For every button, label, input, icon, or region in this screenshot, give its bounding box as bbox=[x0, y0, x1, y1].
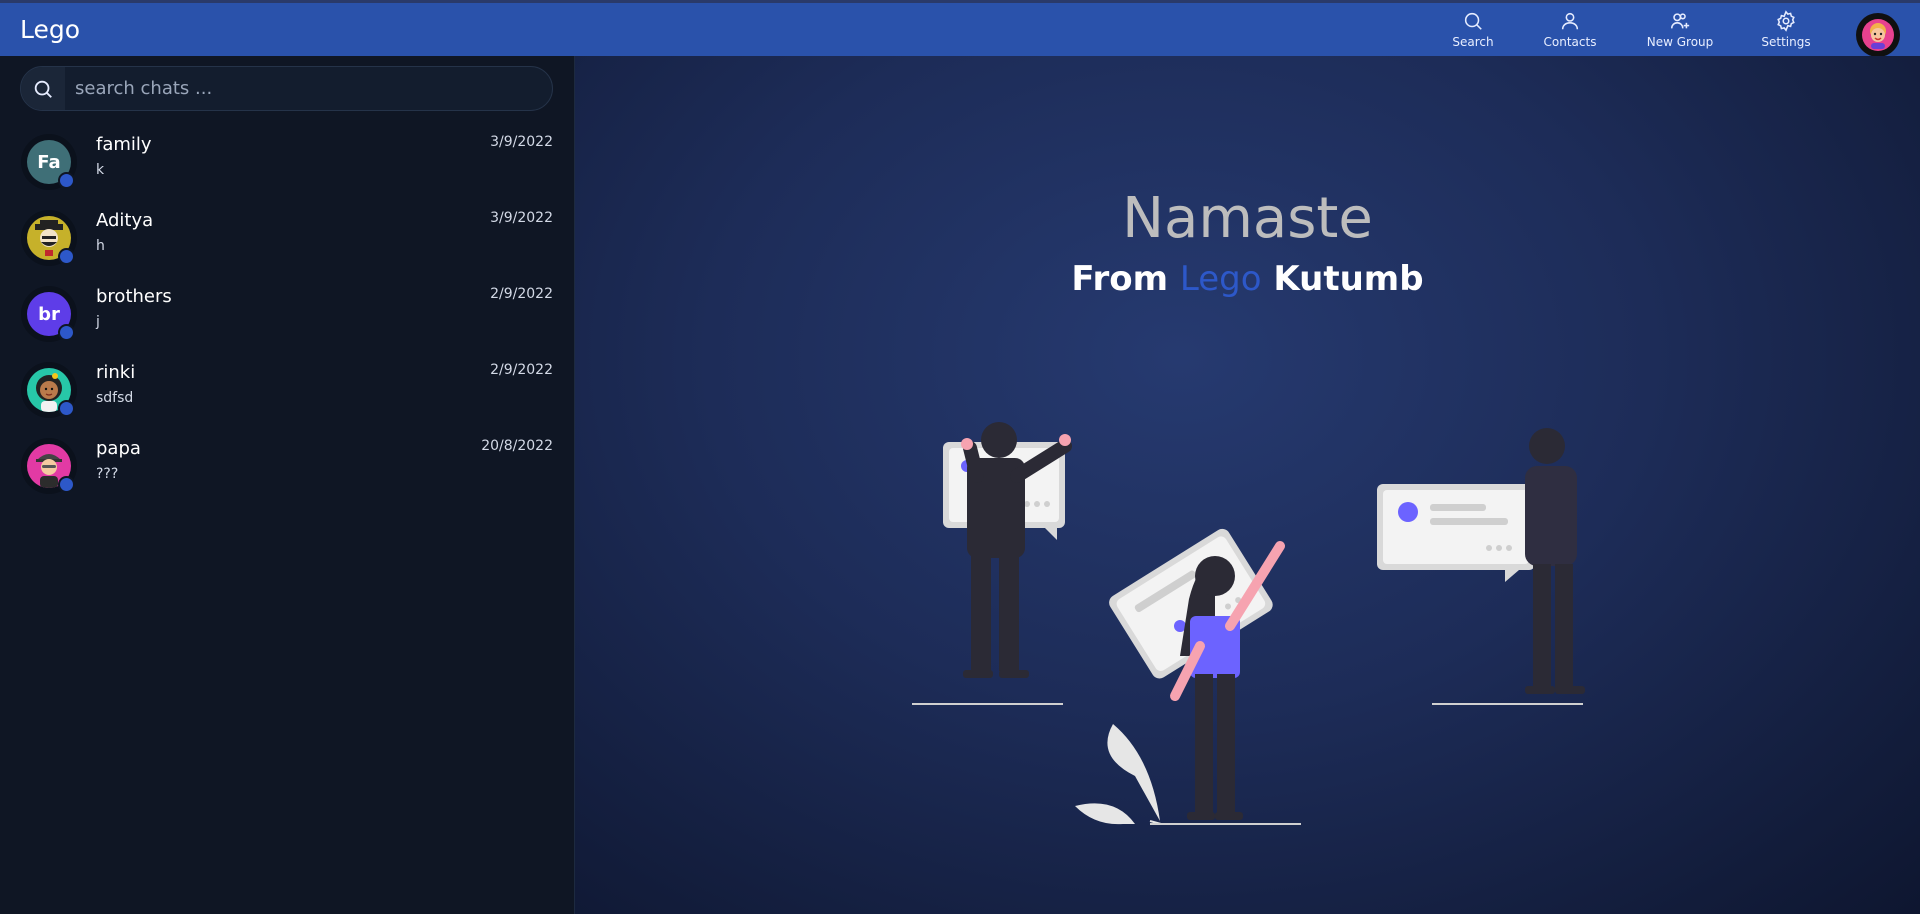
chat-name: family bbox=[96, 134, 152, 155]
right-person-illustration bbox=[1377, 428, 1585, 705]
nav-search-label: Search bbox=[1452, 35, 1494, 49]
chat-item-family[interactable]: Fa family k 3/9/2022 bbox=[0, 128, 574, 204]
online-status-dot bbox=[58, 172, 75, 189]
gear-icon bbox=[1777, 10, 1795, 32]
app-brand: Lego bbox=[20, 15, 81, 44]
search-button[interactable] bbox=[21, 67, 65, 110]
profile-avatar[interactable] bbox=[1856, 13, 1900, 57]
chat-last-message: h bbox=[96, 238, 105, 254]
chat-last-message: sdfsd bbox=[96, 390, 134, 406]
chat-sidebar: Fa family k 3/9/2022 bbox=[0, 56, 575, 914]
chat-last-message: ??? bbox=[96, 466, 119, 482]
chat-date: 3/9/2022 bbox=[490, 134, 553, 150]
welcome-pane: Namaste From Lego Kutumb bbox=[575, 56, 1920, 914]
chat-date: 2/9/2022 bbox=[490, 362, 553, 378]
chat-item-rinki[interactable]: rinki sdfsd 2/9/2022 bbox=[0, 356, 574, 432]
chat-item-papa[interactable]: papa ??? 20/8/2022 bbox=[0, 432, 574, 508]
chat-date: 20/8/2022 bbox=[481, 438, 553, 454]
team-chat-illustration bbox=[912, 422, 1585, 825]
chat-name: papa bbox=[96, 438, 141, 459]
center-person-illustration bbox=[1075, 528, 1301, 825]
search-icon bbox=[1464, 12, 1482, 30]
nav-contacts-label: Contacts bbox=[1543, 35, 1597, 49]
nav-new-group-label: New Group bbox=[1646, 35, 1714, 49]
nav-new-group-button[interactable]: New Group bbox=[1644, 3, 1716, 56]
profile-avatar-icon bbox=[1862, 19, 1894, 51]
online-status-dot bbox=[58, 476, 75, 493]
add-group-icon bbox=[1670, 13, 1690, 29]
online-status-dot bbox=[58, 248, 75, 265]
chat-date: 2/9/2022 bbox=[490, 286, 553, 302]
online-status-dot bbox=[58, 324, 75, 341]
left-person-illustration bbox=[912, 422, 1072, 705]
search-bar bbox=[20, 66, 553, 111]
chat-name: rinki bbox=[96, 362, 136, 383]
chat-item-aditya[interactable]: Aditya h 3/9/2022 bbox=[0, 204, 574, 280]
chat-date: 3/9/2022 bbox=[490, 210, 553, 226]
chat-list: Fa family k 3/9/2022 Aditya h 3/9/2022 b… bbox=[0, 128, 574, 508]
user-icon bbox=[1561, 12, 1579, 30]
online-status-dot bbox=[58, 400, 75, 417]
nav-settings-button[interactable]: Settings bbox=[1756, 3, 1816, 56]
search-icon bbox=[34, 80, 52, 98]
chat-name: Aditya bbox=[96, 210, 154, 231]
search-chats-input[interactable] bbox=[65, 67, 552, 110]
chat-last-message: k bbox=[96, 162, 105, 178]
chat-name: brothers bbox=[96, 286, 172, 307]
chat-last-message: j bbox=[96, 314, 100, 330]
chat-item-brothers[interactable]: br brothers j 2/9/2022 bbox=[0, 280, 574, 356]
nav-settings-label: Settings bbox=[1761, 35, 1811, 49]
nav-search-button[interactable]: Search bbox=[1452, 3, 1494, 56]
nav-contacts-button[interactable]: Contacts bbox=[1540, 3, 1600, 56]
top-bar: Lego Search Contacts New Group Settings bbox=[0, 0, 1920, 57]
